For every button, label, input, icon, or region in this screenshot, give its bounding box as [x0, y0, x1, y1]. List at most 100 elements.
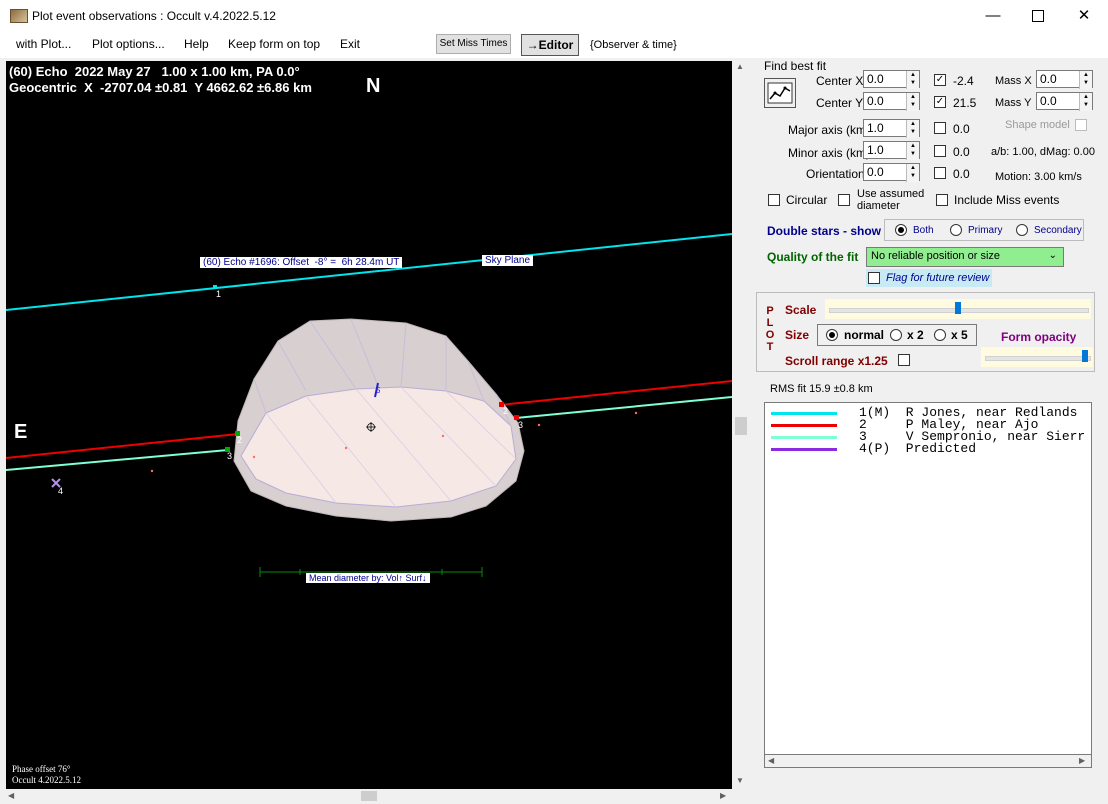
ds-secondary-radio[interactable]	[1016, 224, 1028, 236]
ds-primary-radio[interactable]	[950, 224, 962, 236]
scale-label: Scale	[785, 303, 817, 317]
horizontal-scrollbar[interactable]: ◀ ▶	[6, 789, 734, 803]
center-x-checkbox[interactable]: ✓	[934, 74, 946, 86]
mass-y-label: Mass Y	[995, 97, 1032, 109]
version-label: Occult 4.2022.5.12	[12, 775, 81, 785]
scale-slider[interactable]	[825, 299, 1091, 319]
legend-horizontal-scrollbar[interactable]: ◀ ▶	[764, 754, 1092, 768]
plot-header-line1: (60) Echo 2022 May 27 1.00 x 1.00 km, PA…	[9, 64, 300, 79]
chevron-down-icon: ⌄	[1048, 250, 1057, 261]
legend-color-swatch	[771, 412, 837, 415]
menu-with-plot[interactable]: with Plot...	[16, 37, 71, 51]
mass-x-input[interactable]: 0.0 ▲ ▼	[1036, 70, 1093, 89]
flag-review-checkbox[interactable]	[868, 272, 880, 284]
sky-plane-label: Sky Plane	[482, 255, 534, 266]
center-y-checkbox[interactable]: ✓	[934, 96, 946, 108]
mass-x-label: Mass X	[995, 75, 1032, 87]
find-best-fit-label: Find best fit	[764, 59, 827, 73]
set-miss-times-button[interactable]: Set Miss Times	[436, 34, 511, 54]
major-axis-checkbox[interactable]	[934, 122, 946, 134]
size-normal-radio[interactable]	[826, 329, 838, 341]
center-y-input[interactable]: 0.0 ▲ ▼	[863, 92, 920, 111]
ds-secondary-label: Secondary	[1034, 225, 1082, 236]
form-opacity-slider[interactable]	[981, 347, 1093, 367]
close-button[interactable]: ✕	[1061, 0, 1107, 32]
include-miss-checkbox[interactable]	[936, 194, 948, 206]
plot-canvas[interactable]: (60) Echo 2022 May 27 1.00 x 1.00 km, PA…	[6, 61, 732, 789]
center-x-input[interactable]: 0.0 ▲ ▼	[863, 70, 920, 89]
shape-model-label: Shape model	[1005, 119, 1070, 131]
form-opacity-label: Form opacity	[1001, 330, 1077, 344]
app-icon	[10, 9, 28, 23]
maximize-button[interactable]	[1015, 0, 1061, 32]
orientation-label: Orientation	[806, 167, 865, 181]
major-axis-fit-value: 0.0	[953, 122, 970, 136]
scale-slider-thumb[interactable]	[955, 302, 961, 314]
ds-primary-label: Primary	[968, 225, 1003, 236]
center-x-fit-value: -2.4	[953, 74, 974, 88]
minor-axis-checkbox[interactable]	[934, 145, 946, 157]
chord-cyan-line	[6, 233, 732, 311]
ab-dmag-label: a/b: 1.00, dMag: 0.00	[991, 146, 1095, 158]
vertical-scrollbar[interactable]: ▲ ▼	[734, 60, 748, 790]
menu-plot-options[interactable]: Plot options...	[92, 37, 165, 51]
orientation-checkbox[interactable]	[934, 167, 946, 179]
size-x2-label: x 2	[907, 328, 924, 342]
circular-label: Circular	[786, 193, 828, 207]
editor-button[interactable]: →Editor	[521, 34, 579, 56]
orientation-fit-value: 0.0	[953, 167, 970, 181]
circular-checkbox[interactable]	[768, 194, 780, 206]
minor-axis-label: Minor axis (km)	[788, 146, 871, 160]
center-y-label: Center Y	[816, 96, 864, 110]
mean-diameter-label: Mean diameter by: Vol↑ Surf↓	[306, 573, 430, 583]
size-normal-label: normal	[844, 328, 885, 342]
legend-color-swatch	[771, 448, 837, 451]
scroll-range-checkbox[interactable]	[898, 354, 910, 366]
major-axis-input[interactable]: 1.0 ▲ ▼	[863, 119, 920, 138]
legend-color-swatch	[771, 436, 837, 439]
ds-both-radio[interactable]	[895, 224, 907, 236]
flag-review-area: Flag for future review	[866, 269, 992, 287]
plot-settings-panel: P L O T Scale Size normal x 2 x 5 Form o…	[756, 292, 1095, 372]
find-best-fit-button[interactable]	[764, 78, 796, 108]
orientation-input[interactable]: 0.0 ▲ ▼	[863, 163, 920, 182]
title-bar: Plot event observations : Occult v.4.202…	[0, 0, 1108, 33]
menu-bar: with Plot... Plot options... Help Keep f…	[0, 32, 1108, 58]
plot-header-line2: Geocentric X -2707.04 ±0.81 Y 4662.62 ±6…	[9, 80, 312, 95]
include-miss-label: Include Miss events	[954, 193, 1060, 207]
chord-number-label: 5	[376, 386, 381, 395]
flag-review-label: Flag for future review	[886, 272, 990, 284]
use-assumed-label: Use assumed diameter	[857, 188, 925, 212]
asteroid-shape-model	[233, 318, 525, 522]
chord-number-label: 3	[227, 451, 233, 461]
ds-both-label: Both	[913, 225, 934, 236]
legend-row[interactable]: 4(P) Predicted	[859, 442, 976, 455]
minor-axis-input[interactable]: 1.0 ▲ ▼	[863, 141, 920, 160]
observer-time-menu[interactable]: {Observer & time}	[590, 39, 677, 51]
size-label: Size	[785, 328, 810, 342]
shape-model-checkbox[interactable]	[1075, 119, 1087, 131]
legend-color-swatch	[771, 424, 837, 427]
chord-red-right	[499, 380, 732, 406]
mass-y-input[interactable]: 0.0 ▲ ▼	[1036, 92, 1093, 111]
rms-fit-label: RMS fit 15.9 ±0.8 km	[770, 383, 873, 395]
use-assumed-checkbox[interactable]	[838, 194, 850, 206]
menu-help[interactable]: Help	[184, 37, 209, 51]
opacity-slider-thumb[interactable]	[1082, 350, 1088, 362]
menu-keep-on-top[interactable]: Keep form on top	[228, 37, 320, 51]
minimize-button[interactable]: —	[970, 0, 1016, 32]
size-x5-label: x 5	[951, 328, 968, 342]
chord-aqua-left	[6, 449, 229, 471]
size-x2-radio[interactable]	[890, 329, 902, 341]
menu-exit[interactable]: Exit	[340, 37, 360, 51]
observer-legend-list[interactable]: 1(M) R Jones, near Redlands 2 P Maley, n…	[764, 402, 1092, 768]
horizontal-scroll-thumb[interactable]	[361, 791, 377, 801]
quality-select[interactable]: No reliable position or size ⌄	[866, 247, 1064, 267]
center-y-fit-value: 21.5	[953, 96, 977, 110]
chord-number-label: 1	[216, 289, 222, 299]
size-x5-radio[interactable]	[934, 329, 946, 341]
size-group: normal x 2 x 5	[817, 324, 977, 346]
chord-number-label: 3	[518, 420, 524, 430]
chord-red-left	[6, 433, 239, 459]
vertical-scroll-thumb[interactable]	[735, 417, 747, 435]
